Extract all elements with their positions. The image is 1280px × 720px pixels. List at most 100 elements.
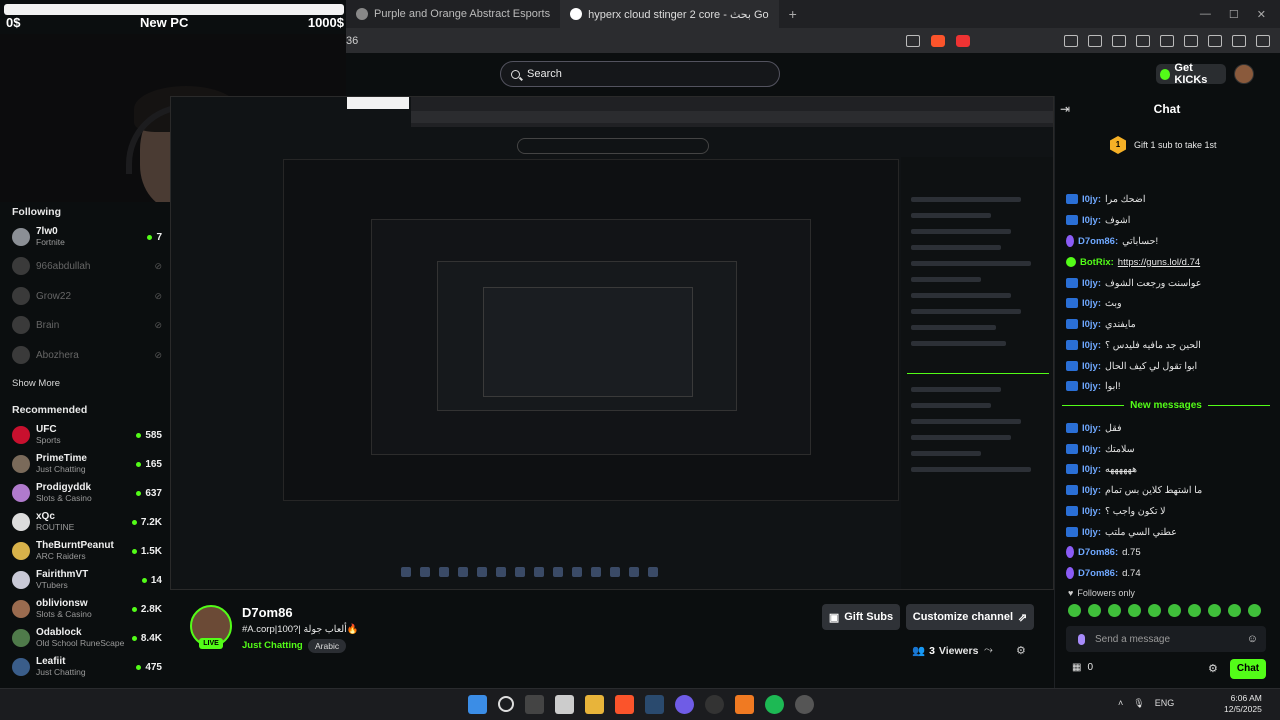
chat-username[interactable]: I0jy:: [1082, 506, 1101, 517]
chevron-up-icon[interactable]: ˄: [1118, 698, 1123, 709]
user-settings-icon[interactable]: ⚙: [1016, 644, 1028, 657]
new-tab-button[interactable]: +: [779, 6, 807, 22]
emote-icon[interactable]: [1188, 604, 1201, 617]
extensions-icon[interactable]: [1064, 34, 1078, 47]
discord-icon[interactable]: [675, 695, 694, 714]
chat-message[interactable]: I0jy: ما اشتهط كلاين بس تمام: [1066, 482, 1270, 498]
leo-icon[interactable]: [1208, 34, 1222, 47]
chat-username[interactable]: I0jy:: [1082, 485, 1101, 496]
chat-username[interactable]: D7om86:: [1078, 568, 1118, 579]
microphone-icon[interactable]: 🎙: [1133, 698, 1144, 709]
get-kicks-button[interactable]: Get KICKs: [1156, 62, 1226, 86]
vpn-icon[interactable]: [1232, 34, 1246, 47]
minimize-icon[interactable]: —: [1200, 8, 1211, 21]
emote-icon[interactable]: [1208, 604, 1221, 617]
collapse-chat-icon[interactable]: ⇥: [1060, 102, 1070, 116]
sidebar-item-fairithmvt[interactable]: FairithmVT VTubers 14: [12, 567, 162, 593]
steam-icon[interactable]: [645, 695, 664, 714]
chat-username[interactable]: D7om86:: [1078, 547, 1118, 558]
chat-message[interactable]: D7om86: d.74: [1066, 565, 1270, 581]
menu-icon[interactable]: [1256, 34, 1270, 47]
sidebar-item-oblivionsw[interactable]: oblivionsw Slots & Casino 2.8K: [12, 596, 162, 622]
chat-username[interactable]: I0jy:: [1082, 464, 1101, 475]
chat-username[interactable]: I0jy:: [1082, 361, 1101, 372]
wallet-icon[interactable]: [1184, 34, 1198, 47]
chat-message[interactable]: D7om86: d.75: [1066, 544, 1270, 560]
language-tag[interactable]: Arabic: [308, 639, 347, 653]
chat-identity-icon[interactable]: [1078, 633, 1085, 645]
sidebar-item-primetime[interactable]: PrimeTime Just Chatting 165: [12, 451, 162, 477]
chat-username[interactable]: I0jy:: [1082, 319, 1101, 330]
sidebar-item-theburntpeanut[interactable]: TheBurntPeanut ARC Raiders 1.5K: [12, 538, 162, 564]
chat-message[interactable]: D7om86: حساباتي!: [1066, 233, 1270, 249]
sidebar-item-ufc[interactable]: UFC Sports 585: [12, 422, 162, 448]
share-icon[interactable]: [906, 34, 920, 47]
chat-username[interactable]: D7om86:: [1078, 236, 1118, 247]
calculator-icon[interactable]: [555, 695, 574, 714]
channel-name[interactable]: D7om86: [242, 605, 293, 620]
chat-username[interactable]: I0jy:: [1082, 278, 1101, 289]
chat-message[interactable]: I0jy: لا تكون واجب ؟: [1066, 503, 1270, 519]
search-icon[interactable]: [498, 696, 514, 712]
show-more-link[interactable]: Show More: [12, 378, 60, 389]
sidebar-item-grow22[interactable]: Grow22 ⊘: [12, 283, 162, 309]
address-bar[interactable]: 36: [346, 35, 906, 47]
search-input[interactable]: Search: [500, 61, 780, 87]
chat-username[interactable]: I0jy:: [1082, 444, 1101, 455]
chat-username[interactable]: I0jy:: [1082, 194, 1101, 205]
sidebar-item-abozhera[interactable]: Abozhera ⊘: [12, 342, 162, 368]
chat-message[interactable]: I0jy: ابوا!: [1066, 378, 1270, 394]
share-icon[interactable]: ⤳: [984, 644, 996, 656]
settings-icon[interactable]: [795, 695, 814, 714]
spotify-icon[interactable]: [765, 695, 784, 714]
chat-username[interactable]: I0jy:: [1082, 381, 1101, 392]
chat-message[interactable]: I0jy: الحين جد مافيه فليدس ؟: [1066, 337, 1270, 353]
gift-subs-button[interactable]: ▣ Gift Subs: [822, 604, 900, 630]
customize-channel-button[interactable]: Customize channel ⇗: [906, 604, 1034, 630]
pinned-gift-banner[interactable]: 1 Gift 1 sub to take 1st: [1110, 132, 1270, 158]
brave-icon[interactable]: [615, 695, 634, 714]
tab-search[interactable]: hyperx cloud stinger 2 core - بحث Go: [560, 0, 779, 28]
tab-esports[interactable]: Purple and Orange Abstract Esports: [346, 0, 560, 28]
sidebar-item-7lw0[interactable]: 7lw0 Fortnite 7: [12, 224, 162, 250]
emote-icon[interactable]: [1148, 604, 1161, 617]
emote-icon[interactable]: [1068, 604, 1081, 617]
chat-username[interactable]: BotRix:: [1080, 257, 1114, 268]
close-icon[interactable]: ✕: [1257, 8, 1266, 21]
clock[interactable]: 6:06 AM 12/5/2025: [1224, 693, 1262, 715]
video-player[interactable]: [170, 96, 1054, 590]
chat-message[interactable]: I0jy: اشوف: [1066, 212, 1270, 228]
download-icon[interactable]: [1112, 34, 1126, 47]
screenshot-icon[interactable]: [1088, 34, 1102, 47]
start-icon[interactable]: [468, 695, 487, 714]
chat-message[interactable]: I0jy: مايفندي: [1066, 316, 1270, 332]
chat-message[interactable]: I0jy: ابوا تقول لي كيف الحال: [1066, 358, 1270, 374]
brave-shield-icon[interactable]: [931, 34, 945, 47]
chat-message[interactable]: I0jy: وبث: [1066, 295, 1270, 311]
language-indicator[interactable]: ENG: [1155, 698, 1175, 709]
emote-icon[interactable]: [1108, 604, 1121, 617]
new-messages-divider[interactable]: New messages: [1062, 398, 1270, 412]
stream-category[interactable]: Just Chatting: [242, 640, 303, 651]
emote-icon[interactable]: [1168, 604, 1181, 617]
chat-message[interactable]: I0jy: عطني السي ملتب: [1066, 524, 1270, 540]
sidebar-item-leafiit[interactable]: Leafiit Just Chatting 475: [12, 654, 162, 680]
file-explorer-icon[interactable]: [585, 695, 604, 714]
send-chat-button[interactable]: Chat: [1230, 659, 1266, 679]
sidebar-item-xqc[interactable]: xQc ROUTINE 7.2K: [12, 509, 162, 535]
chat-message[interactable]: I0jy: عواسنت ورجعت الشوف: [1066, 275, 1270, 291]
sidebar-item-prodigyddk[interactable]: Prodigyddk Slots & Casino 637: [12, 480, 162, 506]
emote-icon[interactable]: [1088, 604, 1101, 617]
brave-rewards-icon[interactable]: [956, 34, 970, 47]
sidebar-item-966abdullah[interactable]: 966abdullah ⊘: [12, 253, 162, 279]
channel-points[interactable]: ▦ 0: [1072, 662, 1093, 673]
maximize-icon[interactable]: ☐: [1229, 8, 1239, 21]
sidebar-icon[interactable]: [1160, 34, 1174, 47]
chat-message[interactable]: BotRix: https://guns.lol/d.74: [1066, 254, 1270, 270]
chat-username[interactable]: I0jy:: [1082, 340, 1101, 351]
chat-message[interactable]: I0jy: اضحك مرا: [1066, 191, 1270, 207]
chat-settings-icon[interactable]: ⚙: [1208, 662, 1218, 675]
chat-username[interactable]: I0jy:: [1082, 298, 1101, 309]
obs-icon[interactable]: [705, 695, 724, 714]
chat-username[interactable]: I0jy:: [1082, 423, 1101, 434]
